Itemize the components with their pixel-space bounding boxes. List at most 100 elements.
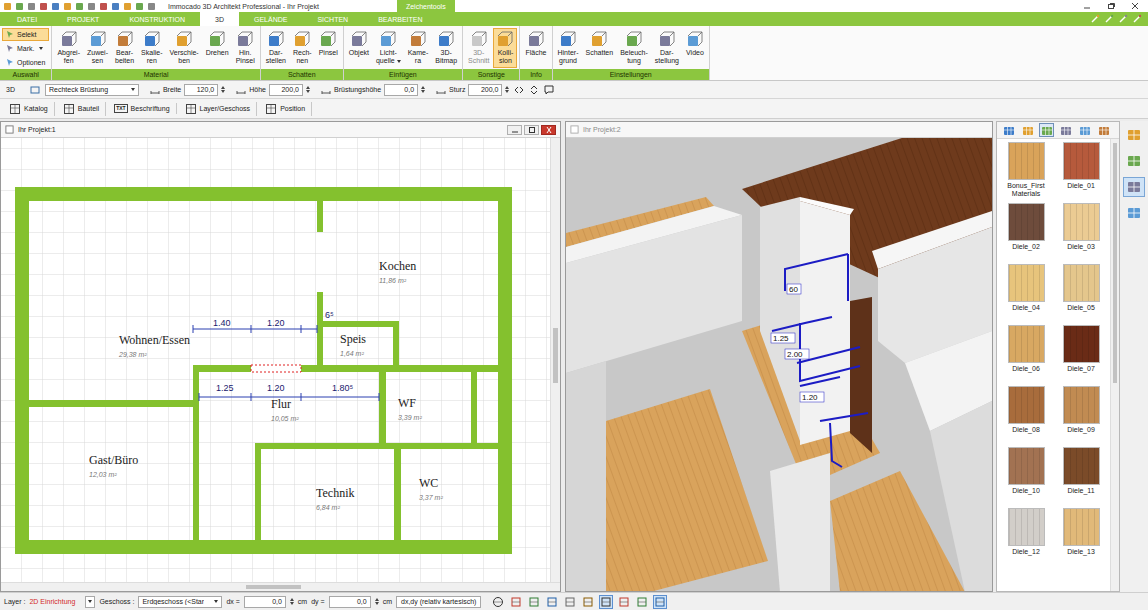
plan-window-title-bar[interactable]: Ihr Projekt:1 [1, 122, 560, 138]
quick-access-icon[interactable] [135, 2, 144, 11]
catalog-tab[interactable] [1096, 123, 1111, 137]
maximize-button[interactable] [524, 125, 539, 135]
material-item[interactable]: Diele_07 [1055, 325, 1107, 383]
ribbon-button[interactable]: Schatten [583, 28, 617, 68]
material-item[interactable]: Bonus_First Materials [1000, 142, 1052, 200]
spinner[interactable] [290, 598, 294, 605]
status-tool-button[interactable] [563, 595, 577, 609]
ribbon-tab[interactable]: DATEI [2, 12, 52, 26]
spinner[interactable] [375, 598, 379, 605]
ribbon-button[interactable]: Skalie- ren [138, 28, 165, 68]
ribbon-button[interactable]: Dar- stellen [263, 28, 289, 68]
ribbon-button[interactable]: Drehen [203, 28, 232, 68]
side-panel-button[interactable] [1123, 177, 1145, 197]
catalog-tab[interactable] [1001, 123, 1016, 137]
ribbon-small-button[interactable]: Optionen [2, 56, 49, 69]
window-wireframe[interactable] [772, 254, 868, 467]
material-item[interactable]: Diele_13 [1055, 508, 1107, 566]
minimize-button[interactable] [507, 125, 522, 135]
side-panel-button[interactable] [1123, 151, 1145, 171]
ribbon-small-button[interactable]: Selekt [2, 28, 49, 41]
restore-icon[interactable] [1106, 1, 1116, 11]
status-tool-button[interactable] [653, 595, 667, 609]
quick-access-icon[interactable] [63, 2, 72, 11]
ribbon-button[interactable]: Kame- ra [405, 28, 432, 68]
ribbon-button[interactable]: Rech- nen [290, 28, 315, 68]
flip-horizontal-icon[interactable] [514, 85, 524, 95]
quick-access-icon[interactable] [15, 2, 24, 11]
view3d-window-title-bar[interactable]: Ihr Projekt:2 [566, 122, 992, 138]
ribbon-tab[interactable]: PROJEKT [52, 12, 114, 26]
room-label[interactable]: Flur10,05 m² [271, 397, 299, 422]
horizontal-scrollbar[interactable] [1, 582, 560, 591]
status-tool-button[interactable] [527, 595, 541, 609]
ribbon-tab[interactable]: KONSTRUKTION [114, 12, 200, 26]
ribbon-tab[interactable]: BEARBEITEN [363, 12, 437, 26]
ribbon-button[interactable]: Verschie- ben [167, 28, 202, 68]
ribbon-tab[interactable]: SICHTEN [302, 12, 363, 26]
ribbon-button[interactable]: Kolli- sion [493, 28, 517, 68]
status-tool-button[interactable] [581, 595, 595, 609]
room-label[interactable]: Wohnen/Essen29,38 m² [118, 333, 190, 358]
status-tool-button[interactable] [545, 595, 559, 609]
spinner[interactable] [505, 86, 509, 93]
ribbon-small-button[interactable]: Mark. [2, 42, 49, 55]
material-item[interactable]: Diele_05 [1055, 264, 1107, 322]
toolbar-button[interactable]: Layer/Geschoss [179, 102, 258, 116]
spinner[interactable] [306, 86, 310, 93]
vertical-scrollbar[interactable] [550, 138, 560, 582]
ribbon-button[interactable]: Abgrei- fen [54, 28, 83, 68]
ribbon-tab[interactable]: GELÄNDE [239, 12, 302, 26]
ribbon-button[interactable]: 3D- Bitmap [432, 28, 460, 68]
help-tool-icon[interactable] [1118, 14, 1128, 24]
room-label[interactable]: WC3,37 m² [419, 476, 443, 501]
quick-access-icon[interactable] [99, 2, 108, 11]
room-label[interactable]: Kochen11,86 m² [379, 259, 416, 284]
selected-opening[interactable] [251, 365, 301, 372]
quick-access-icon[interactable] [39, 2, 48, 11]
coordinate-mode[interactable]: dx,dy (relativ kartesisch) [396, 596, 481, 608]
ribbon-button[interactable]: Pinsel [316, 28, 341, 68]
status-tool-button[interactable] [509, 595, 523, 609]
shape-dropdown[interactable]: Rechteck Brüstung [45, 84, 139, 96]
ribbon-button[interactable]: Hinter- grund [555, 28, 582, 68]
toolbar-button[interactable]: TXTBeschriftung [108, 103, 176, 114]
toolbar-button[interactable]: Katalog [3, 102, 55, 116]
ribbon-button[interactable]: Fläche [522, 28, 549, 68]
ribbon-button[interactable]: Hin. Pinsel [233, 28, 258, 68]
help-tool-icon[interactable] [1132, 14, 1142, 24]
property-input[interactable]: 200,0 [468, 84, 502, 96]
side-panel-button[interactable] [1123, 203, 1145, 223]
room-label[interactable]: WF3,39 m² [398, 396, 422, 421]
close-button[interactable] [541, 125, 556, 135]
comment-icon[interactable] [544, 85, 554, 95]
ribbon-button[interactable]: 3D- Schnitt [465, 28, 492, 68]
floor-dropdown[interactable]: Erdgeschoss (<Star [138, 596, 222, 608]
floor-plan-canvas[interactable]: 1.401.206⁵1.251.201.80⁵Kochen11,86 m²Woh… [1, 138, 550, 582]
close-icon[interactable] [1130, 1, 1140, 11]
layer-dropdown[interactable] [85, 596, 95, 608]
quick-access-icon[interactable] [147, 2, 156, 11]
side-panel-button[interactable] [1123, 125, 1145, 145]
property-input[interactable]: 200,0 [269, 84, 303, 96]
status-tool-button[interactable] [491, 595, 505, 609]
ribbon-button[interactable]: Beleuch- tung [617, 28, 651, 68]
quick-access-icon[interactable] [87, 2, 96, 11]
room-label[interactable]: Technik6,84 m² [316, 486, 354, 511]
material-item[interactable]: Diele_06 [1000, 325, 1052, 383]
quick-access-icon[interactable] [51, 2, 60, 11]
status-tool-button[interactable] [617, 595, 631, 609]
room-label[interactable]: Speis1,64 m² [340, 332, 366, 357]
quick-access-icon[interactable] [27, 2, 36, 11]
material-item[interactable]: Diele_11 [1055, 447, 1107, 505]
room-label[interactable]: Gast/Büro12,03 m² [89, 453, 138, 478]
minimize-icon[interactable] [1082, 1, 1092, 11]
catalog-tab[interactable] [1058, 123, 1073, 137]
ribbon-button[interactable]: Licht- quelle [373, 28, 404, 68]
spinner[interactable] [221, 86, 225, 93]
quick-access-icon[interactable] [75, 2, 84, 11]
help-tool-icon[interactable] [1104, 14, 1114, 24]
material-item[interactable]: Diele_02 [1000, 203, 1052, 261]
dx-input[interactable]: 0,0 [244, 596, 286, 608]
material-item[interactable]: Diele_01 [1055, 142, 1107, 200]
